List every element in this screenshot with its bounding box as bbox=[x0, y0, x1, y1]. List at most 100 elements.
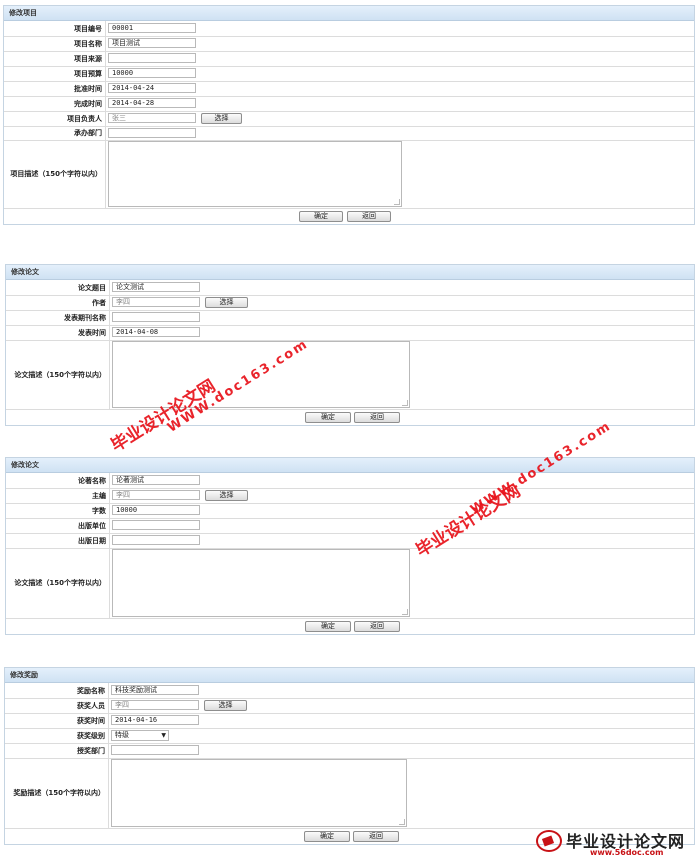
form-row: 论著名称 论著测试 bbox=[6, 473, 694, 489]
field-label: 论著名称 bbox=[6, 473, 110, 488]
field-label: 批准时间 bbox=[4, 81, 106, 96]
form-row: 作者 李四 选择 bbox=[6, 295, 694, 311]
department-input[interactable] bbox=[108, 128, 196, 138]
field-label: 发表时间 bbox=[6, 325, 110, 340]
form-row: 项目预算 10000 bbox=[4, 66, 694, 82]
field-label: 奖励名称 bbox=[5, 683, 109, 698]
publish-date-input[interactable]: 2014-04-08 bbox=[112, 327, 200, 337]
field-label: 主编 bbox=[6, 488, 110, 503]
field-label: 出版日期 bbox=[6, 533, 110, 548]
project-source-input[interactable] bbox=[108, 53, 196, 63]
field-label: 承办部门 bbox=[4, 126, 106, 140]
field-label: 论文描述（150个字符以内） bbox=[6, 548, 110, 618]
form-row: 项目编号 00001 bbox=[4, 21, 694, 37]
form-row: 字数 10000 bbox=[6, 503, 694, 519]
field-label: 项目名称 bbox=[4, 36, 106, 51]
form-row: 发表时间 2014-04-08 bbox=[6, 325, 694, 341]
word-count-input[interactable]: 10000 bbox=[112, 505, 200, 515]
back-button[interactable]: 返回 bbox=[354, 412, 400, 423]
form-row: 批准时间 2014-04-24 bbox=[4, 81, 694, 97]
project-leader-input[interactable]: 张三 bbox=[108, 113, 196, 123]
form-row: 授奖部门 bbox=[5, 743, 694, 759]
dropdown-arrow-icon: ▼ bbox=[161, 732, 166, 739]
award-date-input[interactable]: 2014-04-16 bbox=[111, 715, 199, 725]
form-row: 论文描述（150个字符以内） bbox=[6, 340, 694, 410]
field-label: 项目描述（150个字符以内） bbox=[4, 140, 106, 208]
approve-date-input[interactable]: 2014-04-24 bbox=[108, 83, 196, 93]
project-panel-title: 修改项目 bbox=[4, 6, 694, 21]
award-panel-title: 修改奖励 bbox=[5, 668, 694, 683]
form-row: 论文描述（150个字符以内） bbox=[6, 548, 694, 619]
publisher-input[interactable] bbox=[112, 520, 200, 530]
field-label: 论文题目 bbox=[6, 280, 110, 295]
paper-panel: 修改论文 论文题目 论文测试 作者 李四 选择 发表期刊名称 发表时间 2014… bbox=[5, 264, 695, 426]
project-budget-input[interactable]: 10000 bbox=[108, 68, 196, 78]
field-label: 完成时间 bbox=[4, 96, 106, 111]
field-label: 获奖级别 bbox=[5, 728, 109, 743]
paper-title-input[interactable]: 论文测试 bbox=[112, 282, 200, 292]
award-description-textarea[interactable] bbox=[111, 759, 407, 827]
field-label: 作者 bbox=[6, 295, 110, 310]
logo-url: www.56doc.com bbox=[590, 848, 664, 857]
select-editor-button[interactable]: 选择 bbox=[205, 490, 248, 501]
journal-name-input[interactable] bbox=[112, 312, 200, 322]
project-name-input[interactable]: 项目测试 bbox=[108, 38, 196, 48]
form-row: 出版单位 bbox=[6, 518, 694, 534]
paper-panel-title: 修改论文 bbox=[6, 265, 694, 280]
form-row: 发表期刊名称 bbox=[6, 310, 694, 326]
field-label: 获奖时间 bbox=[5, 713, 109, 728]
form-row: 主编 李四 选择 bbox=[6, 488, 694, 504]
field-label: 项目预算 bbox=[4, 66, 106, 81]
form-row: 完成时间 2014-04-28 bbox=[4, 96, 694, 112]
publish-date-input[interactable] bbox=[112, 535, 200, 545]
book-description-textarea[interactable] bbox=[112, 549, 410, 617]
winner-input[interactable]: 李四 bbox=[111, 700, 199, 710]
form-row: 出版日期 bbox=[6, 533, 694, 549]
back-button[interactable]: 返回 bbox=[347, 211, 391, 222]
project-panel: 修改项目 项目编号 00001 项目名称 项目测试 项目来源 项目预算 1000… bbox=[3, 5, 695, 225]
form-row: 项目负责人 张三 选择 bbox=[4, 111, 694, 127]
back-button[interactable]: 返回 bbox=[354, 621, 400, 632]
book-name-input[interactable]: 论著测试 bbox=[112, 475, 200, 485]
award-name-input[interactable]: 科技奖励测试 bbox=[111, 685, 199, 695]
award-panel: 修改奖励 奖励名称 科技奖励测试 获奖人员 李四 选择 获奖时间 2014-04… bbox=[4, 667, 695, 845]
award-level-value: 特级 bbox=[115, 731, 129, 739]
book-panel-title: 修改论文 bbox=[6, 458, 694, 473]
form-row: 项目名称 项目测试 bbox=[4, 36, 694, 52]
field-label: 授奖部门 bbox=[5, 743, 109, 758]
field-label: 字数 bbox=[6, 503, 110, 518]
form-row: 项目描述（150个字符以内） bbox=[4, 140, 694, 209]
form-row: 项目来源 bbox=[4, 51, 694, 67]
project-number-input[interactable]: 00001 bbox=[108, 23, 196, 33]
form-row: 承办部门 bbox=[4, 126, 694, 141]
form-row: 获奖人员 李四 选择 bbox=[5, 698, 694, 714]
form-row: 论文题目 论文测试 bbox=[6, 280, 694, 296]
form-row: 奖励描述（150个字符以内） bbox=[5, 758, 694, 829]
field-label: 论文描述（150个字符以内） bbox=[6, 340, 110, 409]
field-label: 项目来源 bbox=[4, 51, 106, 66]
finish-date-input[interactable]: 2014-04-28 bbox=[108, 98, 196, 108]
book-panel: 修改论文 论著名称 论著测试 主编 李四 选择 字数 10000 出版单位 出版… bbox=[5, 457, 695, 635]
form-row: 获奖级别 特级 ▼ bbox=[5, 728, 694, 744]
project-description-textarea[interactable] bbox=[108, 141, 402, 207]
award-department-input[interactable] bbox=[111, 745, 199, 755]
back-button[interactable]: 返回 bbox=[353, 831, 399, 842]
select-leader-button[interactable]: 选择 bbox=[201, 113, 242, 124]
confirm-button[interactable]: 确定 bbox=[305, 621, 351, 632]
confirm-button[interactable]: 确定 bbox=[299, 211, 343, 222]
editor-input[interactable]: 李四 bbox=[112, 490, 200, 500]
award-level-select[interactable]: 特级 ▼ bbox=[111, 730, 169, 741]
form-row: 奖励名称 科技奖励测试 bbox=[5, 683, 694, 699]
select-winner-button[interactable]: 选择 bbox=[204, 700, 247, 711]
field-label: 发表期刊名称 bbox=[6, 310, 110, 325]
logo-mark-icon bbox=[536, 830, 562, 852]
field-label: 获奖人员 bbox=[5, 698, 109, 713]
confirm-button[interactable]: 确定 bbox=[305, 412, 351, 423]
form-row: 获奖时间 2014-04-16 bbox=[5, 713, 694, 729]
field-label: 项目编号 bbox=[4, 21, 106, 36]
field-label: 出版单位 bbox=[6, 518, 110, 533]
field-label: 项目负责人 bbox=[4, 111, 106, 126]
author-input[interactable]: 李四 bbox=[112, 297, 200, 307]
confirm-button[interactable]: 确定 bbox=[304, 831, 350, 842]
select-author-button[interactable]: 选择 bbox=[205, 297, 248, 308]
